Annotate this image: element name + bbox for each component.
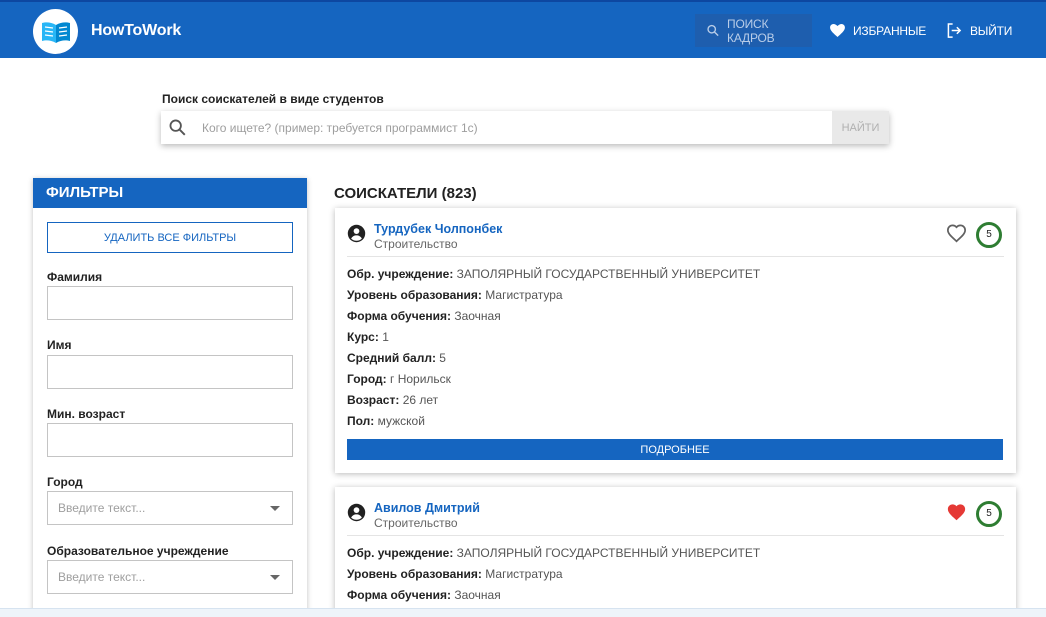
institution-select-placeholder: Введите текст... xyxy=(58,570,146,584)
candidate-details: Обр. учреждение: ЗАПОЛЯРНЫЙ ГОСУДАРСТВЕН… xyxy=(347,264,760,432)
card-divider xyxy=(347,256,1004,257)
candidate-specialty: Строительство xyxy=(374,237,458,251)
brand-name[interactable]: HowToWork xyxy=(91,22,181,40)
nav-exit[interactable]: ВЫЙТИ xyxy=(947,14,1012,47)
nav-favorites[interactable]: ИЗБРАННЫЕ xyxy=(830,14,926,47)
lastname-label: Фамилия xyxy=(47,270,103,284)
firstname-label: Имя xyxy=(47,338,72,352)
city-select-placeholder: Введите текст... xyxy=(58,501,146,515)
detail-row: Форма обучения: Заочная xyxy=(347,309,501,323)
open-book-icon xyxy=(41,21,70,43)
details-button[interactable]: ПОДРОБНЕЕ xyxy=(347,439,1003,460)
account-circle-icon xyxy=(347,503,366,522)
detail-row: Обр. учреждение: ЗАПОЛЯРНЫЙ ГОСУДАРСТВЕН… xyxy=(347,267,761,281)
nav-search-label: ПОИСК КАДРОВ xyxy=(727,16,775,45)
city-label: Город xyxy=(47,475,83,489)
detail-row: Возраст: 26 лет xyxy=(347,393,439,407)
rating-badge: 5 xyxy=(976,222,1002,248)
search-label: Поиск соискателей в виде студентов xyxy=(162,92,384,106)
filters-panel: ФИЛЬТРЫ УДАЛИТЬ ВСЕ ФИЛЬТРЫ Фамилия Имя … xyxy=(33,178,307,617)
filters-title: ФИЛЬТРЫ xyxy=(33,178,307,208)
city-select[interactable]: Введите текст... xyxy=(47,491,293,525)
search-bar: НАЙТИ xyxy=(161,111,889,144)
nav-exit-label: ВЫЙТИ xyxy=(970,23,1013,38)
institution-select[interactable]: Введите текст... xyxy=(47,560,293,594)
search-icon xyxy=(161,119,194,136)
candidate-name[interactable]: Авилов Дмитрий xyxy=(374,501,480,515)
rating-badge: 5 xyxy=(976,501,1002,527)
caret-down-icon xyxy=(270,505,280,511)
candidate-card: Авилов Дмитрий Строительство 5 Обр. учре… xyxy=(335,487,1016,617)
candidate-name[interactable]: Турдубек Чолпонбек xyxy=(374,222,502,236)
detail-row: Обр. учреждение: ЗАПОЛЯРНЫЙ ГОСУДАРСТВЕН… xyxy=(347,546,761,560)
search-icon xyxy=(707,24,719,37)
firstname-input[interactable] xyxy=(47,355,293,389)
candidate-details: Обр. учреждение: ЗАПОЛЯРНЫЙ ГОСУДАРСТВЕН… xyxy=(347,543,760,606)
caret-down-icon xyxy=(270,574,280,580)
results-title: СОИСКАТЕЛИ (823) xyxy=(334,185,477,202)
detail-row: Курс: 1 xyxy=(347,330,389,344)
logout-icon xyxy=(947,23,962,38)
detail-row: Средний балл: 5 xyxy=(347,351,446,365)
detail-row: Форма обучения: Заочная xyxy=(347,588,501,602)
nav-search-staff[interactable]: ПОИСК КАДРОВ xyxy=(695,14,812,47)
min-age-input[interactable] xyxy=(47,423,293,457)
institution-label: Образовательное учреждение xyxy=(47,544,229,558)
nav-favorites-label: ИЗБРАННЫЕ xyxy=(853,23,927,38)
find-button[interactable]: НАЙТИ xyxy=(832,111,889,144)
detail-row: Уровень образования: Магистратура xyxy=(347,288,563,302)
detail-row: Пол: мужской xyxy=(347,414,425,428)
search-input[interactable] xyxy=(194,111,832,144)
clear-filters-button[interactable]: УДАЛИТЬ ВСЕ ФИЛЬТРЫ xyxy=(47,222,293,253)
card-divider xyxy=(347,535,1004,536)
account-circle-icon xyxy=(347,224,366,243)
heart-icon xyxy=(830,24,845,37)
bottom-edge xyxy=(0,608,1046,617)
logo[interactable] xyxy=(33,9,78,54)
favorite-outline-icon[interactable] xyxy=(946,224,967,243)
detail-row: Город: г Норильск xyxy=(347,372,451,386)
min-age-label: Мин. возраст xyxy=(47,407,126,421)
lastname-input[interactable] xyxy=(47,286,293,320)
detail-row: Уровень образования: Магистратура xyxy=(347,567,563,581)
favorite-filled-icon[interactable] xyxy=(946,503,967,522)
candidate-specialty: Строительство xyxy=(374,516,458,530)
candidate-card: Турдубек Чолпонбек Строительство 5 Обр. … xyxy=(335,208,1016,473)
top-app-bar: HowToWork ПОИСК КАДРОВ ИЗБРАННЫЕ ВЫЙТИ xyxy=(0,0,1046,58)
